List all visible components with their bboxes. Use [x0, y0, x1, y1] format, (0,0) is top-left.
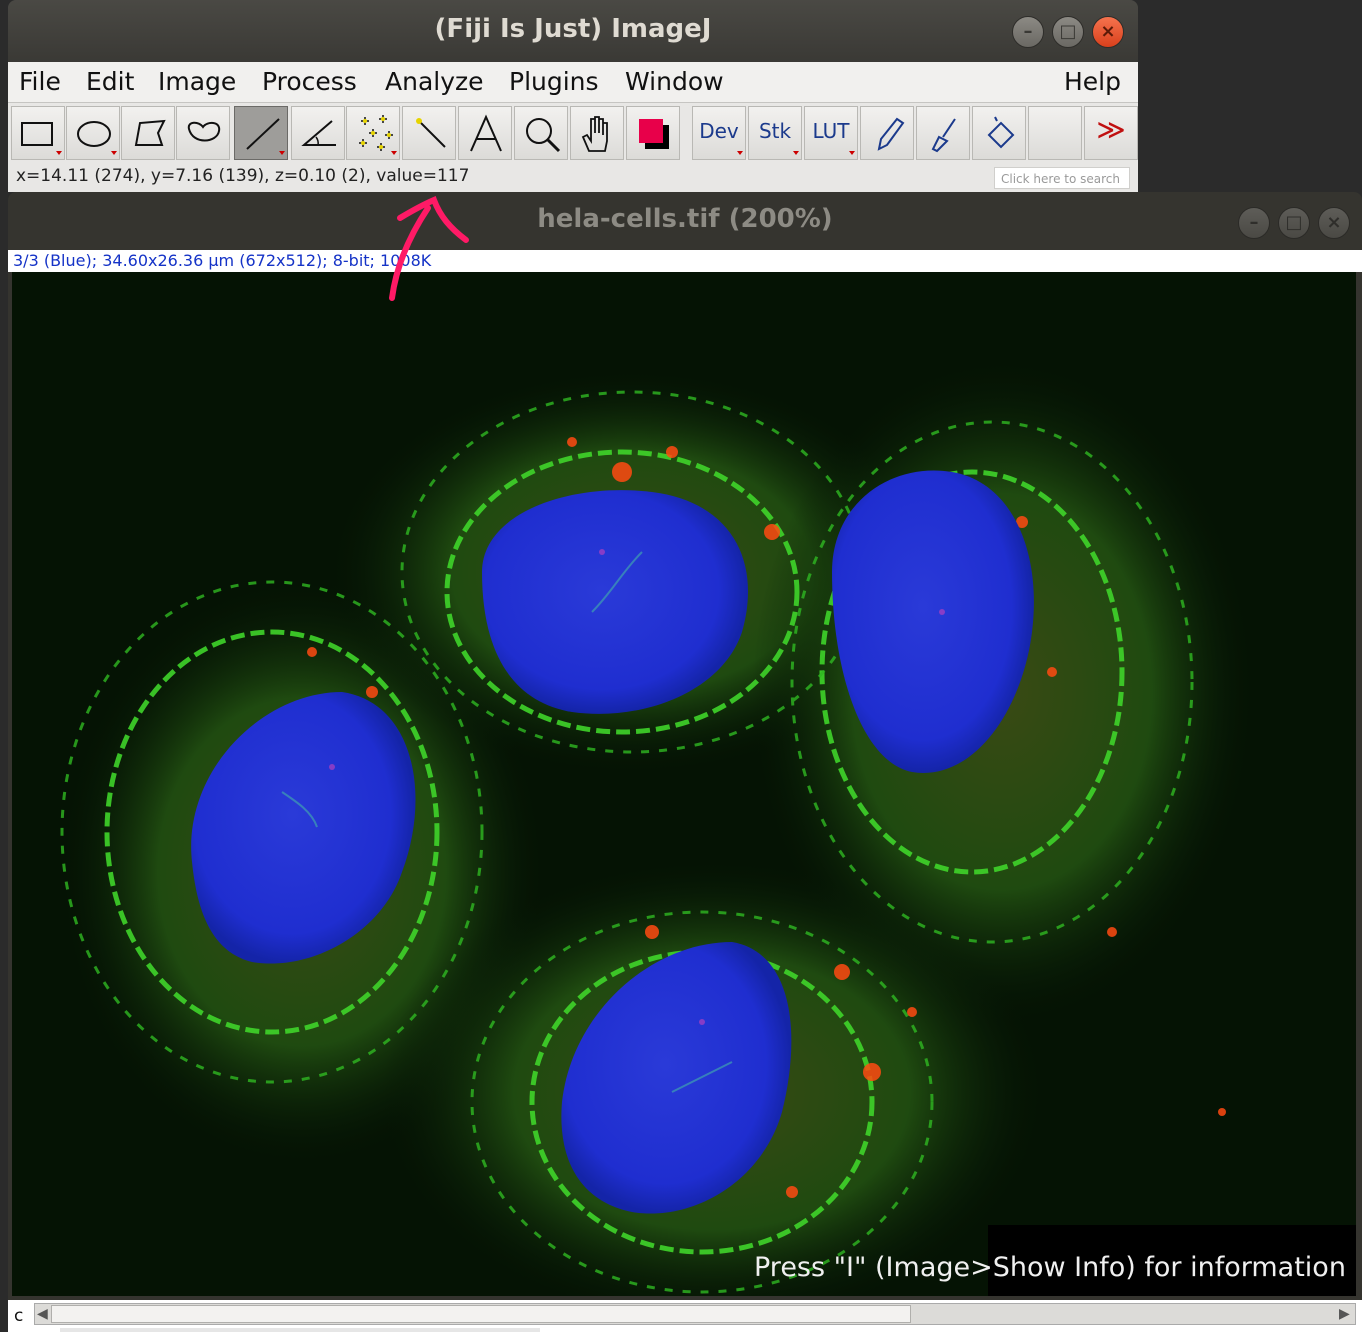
overlay-message: Press "I" (Image>Show Info) for informat…	[754, 1252, 1346, 1283]
oval-icon	[77, 121, 117, 155]
maximize-button[interactable]: □	[1052, 16, 1084, 48]
rectangle-icon	[21, 122, 62, 155]
menu-help[interactable]: Help	[1064, 67, 1121, 96]
image-window-title: hela-cells.tif (200%)	[537, 204, 833, 234]
status-bar: x=14.11 (274), y=7.16 (139), z=0.10 (2),…	[8, 164, 1138, 192]
dropdown-arrow-icon	[737, 151, 743, 155]
freehand-icon	[187, 121, 221, 142]
scroll-left-icon[interactable]: ◀	[37, 1306, 48, 1322]
image-window: hela-cells.tif (200%) – □ × 3/3 (Blue); …	[8, 192, 1362, 1332]
text-tool-button[interactable]	[458, 106, 512, 160]
background-window-edge	[60, 1328, 540, 1332]
image-canvas[interactable]: Press "I" (Image>Show Info) for informat…	[12, 272, 1356, 1296]
microscopy-image	[12, 272, 1356, 1296]
flood-fill-tool-button[interactable]	[972, 106, 1026, 160]
polygon-icon	[134, 119, 166, 146]
menu-process[interactable]: Process	[262, 67, 357, 96]
menu-window[interactable]: Window	[625, 67, 724, 96]
double-chevron-right-icon: ≫	[1096, 113, 1126, 146]
close-button[interactable]: ×	[1092, 16, 1124, 48]
wand-tool-button[interactable]	[402, 106, 456, 160]
scroll-tool-button[interactable]	[570, 106, 624, 160]
hand-icon	[581, 116, 608, 152]
menu-file[interactable]: File	[19, 67, 61, 96]
scroll-right-icon[interactable]: ▶	[1339, 1306, 1350, 1322]
menu-plugins[interactable]: Plugins	[509, 67, 599, 96]
multipoint-tool-button[interactable]	[346, 106, 400, 160]
pencil-icon	[877, 117, 905, 151]
lut-menu-button[interactable]: LUT	[804, 106, 858, 160]
line-tool-button[interactable]	[234, 106, 288, 160]
paint-bucket-icon	[987, 116, 1015, 149]
image-minimize-button[interactable]: –	[1238, 207, 1270, 239]
brush-tool-button[interactable]	[916, 106, 970, 160]
polygon-tool-button[interactable]	[121, 106, 175, 160]
title-bar[interactable]: (Fiji Is Just) ImageJ – □ ×	[8, 0, 1138, 62]
brush-icon	[931, 118, 956, 153]
angle-tool-button[interactable]	[291, 106, 345, 160]
empty-tool-slot	[1028, 106, 1082, 160]
color-swatch-icon	[639, 119, 669, 149]
line-icon	[246, 118, 285, 155]
image-info-text: 3/3 (Blue); 34.60x26.36 µm (672x512); 8-…	[13, 251, 432, 270]
dev-menu-button[interactable]: Dev	[692, 106, 746, 160]
window-title: (Fiji Is Just) ImageJ	[434, 14, 712, 44]
annotation-arrow	[389, 196, 469, 301]
menu-analyze[interactable]: Analyze	[385, 67, 484, 96]
menu-edit[interactable]: Edit	[86, 67, 134, 96]
oval-tool-button[interactable]	[66, 106, 120, 160]
minimize-button[interactable]: –	[1012, 16, 1044, 48]
angle-icon	[301, 120, 336, 146]
multipoint-icon	[359, 115, 397, 155]
imagej-main-window: (Fiji Is Just) ImageJ – □ × File Edit Im…	[8, 0, 1138, 192]
stk-menu-button[interactable]: Stk	[748, 106, 802, 160]
rectangle-tool-button[interactable]	[11, 106, 65, 160]
image-info-bar: 3/3 (Blue); 34.60x26.36 µm (672x512); 8-…	[8, 250, 1362, 272]
wand-icon	[416, 118, 446, 148]
channel-label: c	[14, 1306, 24, 1326]
image-close-button[interactable]: ×	[1318, 207, 1350, 239]
menu-bar: File Edit Image Process Analyze Plugins …	[8, 62, 1138, 102]
color-picker-button[interactable]	[626, 106, 680, 160]
magnifier-icon	[526, 118, 561, 153]
freehand-tool-button[interactable]	[176, 106, 230, 160]
pencil-tool-button[interactable]	[860, 106, 914, 160]
text-icon	[470, 114, 502, 152]
magnifier-tool-button[interactable]	[514, 106, 568, 160]
scrollbar-thumb[interactable]	[51, 1305, 911, 1323]
channel-scrollbar[interactable]: ◀ ▶	[34, 1303, 1356, 1325]
toolbar: Dev Stk LUT ≫	[8, 102, 1138, 165]
dropdown-arrow-icon	[849, 151, 855, 155]
menu-image[interactable]: Image	[158, 67, 236, 96]
search-input[interactable]: Click here to search	[994, 167, 1130, 189]
status-text: x=14.11 (274), y=7.16 (139), z=0.10 (2),…	[16, 166, 470, 186]
image-maximize-button[interactable]: □	[1278, 207, 1310, 239]
more-tools-button[interactable]: ≫	[1084, 106, 1138, 160]
dropdown-arrow-icon	[793, 151, 799, 155]
